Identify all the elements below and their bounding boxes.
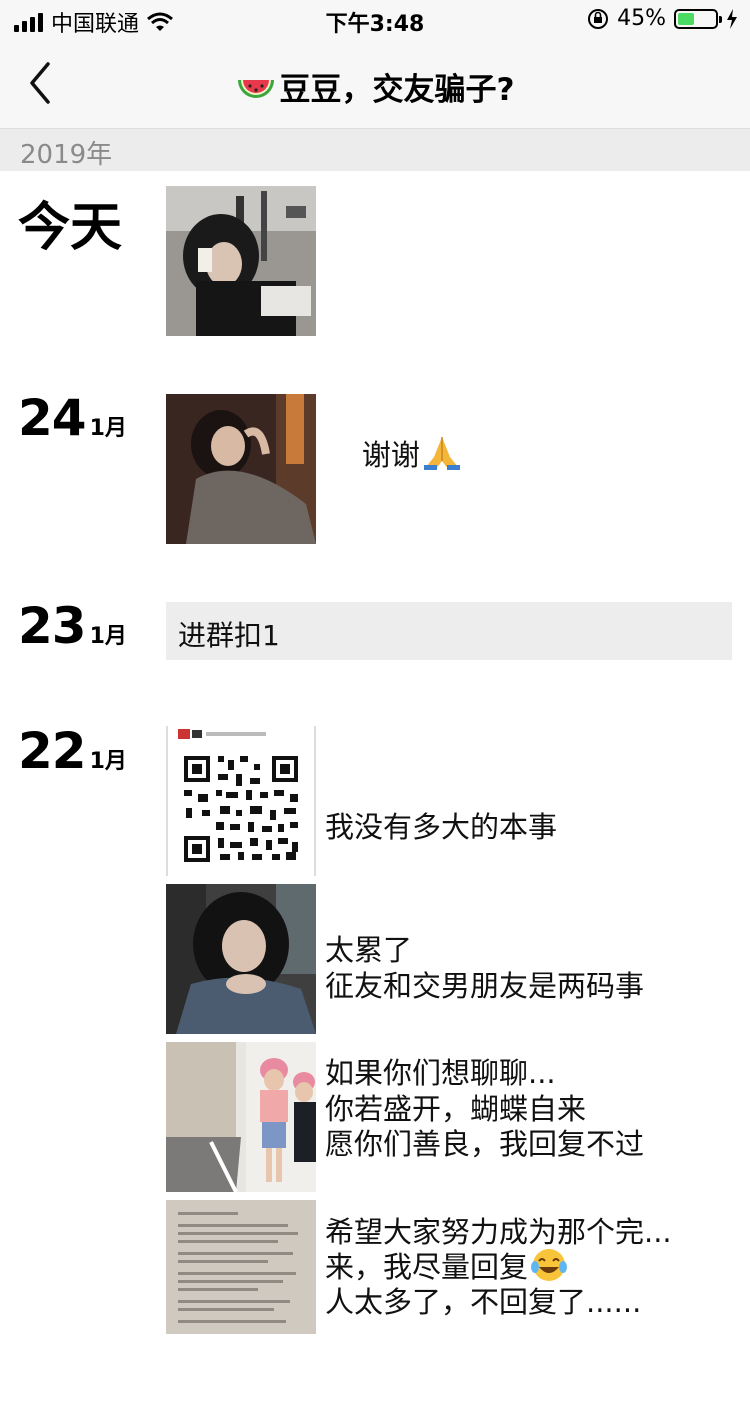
post-photo[interactable] <box>166 1200 316 1334</box>
caption-line: 人太多了，不回复了...... <box>325 1285 642 1319</box>
day-label-today: 今天 <box>18 198 123 258</box>
caption-line: 征友和交男朋友是两码事 <box>325 969 645 1003</box>
pray-icon <box>423 437 460 470</box>
post-caption[interactable]: 人太多了，不回复了...... <box>325 1200 641 1405</box>
year-label: 2019年 <box>20 140 113 170</box>
page-title: 豆豆，交友骗子? <box>0 64 750 109</box>
month-label: 1月 <box>89 749 127 774</box>
photo-portrait <box>166 394 316 544</box>
post-photo[interactable] <box>166 1042 316 1192</box>
photo-portrait <box>166 884 316 1034</box>
post-photo[interactable] <box>166 186 316 336</box>
caption-text: 谢谢 <box>361 438 420 472</box>
title-text: 豆豆，交友骗子? <box>279 72 515 108</box>
day-label: 22 1月 <box>18 722 127 780</box>
photo-gym-selfie <box>166 186 316 336</box>
battery-icon <box>674 8 722 29</box>
day-number: 24 <box>18 389 87 447</box>
text-post[interactable]: 进群扣1 <box>166 602 732 660</box>
photo-street-kids <box>166 1042 316 1192</box>
nav-bar: 豆豆，交友骗子? <box>0 40 750 129</box>
post-photo[interactable] <box>166 394 316 544</box>
post-photo[interactable] <box>166 884 316 1034</box>
year-header: 2019年 <box>0 129 750 171</box>
qr-code-image <box>166 726 316 876</box>
post-photo-qr[interactable] <box>166 726 316 876</box>
orientation-lock-icon <box>588 8 609 29</box>
caption-line: 愿你们善良，我回复不过 <box>325 1127 645 1161</box>
day-number: 23 <box>18 597 87 655</box>
day-label: 23 1月 <box>18 597 127 655</box>
post-text: 进群扣1 <box>178 619 280 652</box>
photo-book-page <box>166 1200 316 1334</box>
month-label: 1月 <box>89 416 127 441</box>
post-caption[interactable]: 谢谢 <box>325 394 462 517</box>
caption-line: 我没有多大的本事 <box>325 810 558 844</box>
watermelon-icon <box>237 80 274 98</box>
status-bar: 中国联通 下午3:48 45% <box>0 0 750 40</box>
day-label: 24 1月 <box>18 389 127 447</box>
month-label: 1月 <box>89 624 127 649</box>
battery-percent: 45% <box>617 6 666 31</box>
day-number: 22 <box>18 722 87 780</box>
charging-bolt-icon <box>727 8 737 29</box>
